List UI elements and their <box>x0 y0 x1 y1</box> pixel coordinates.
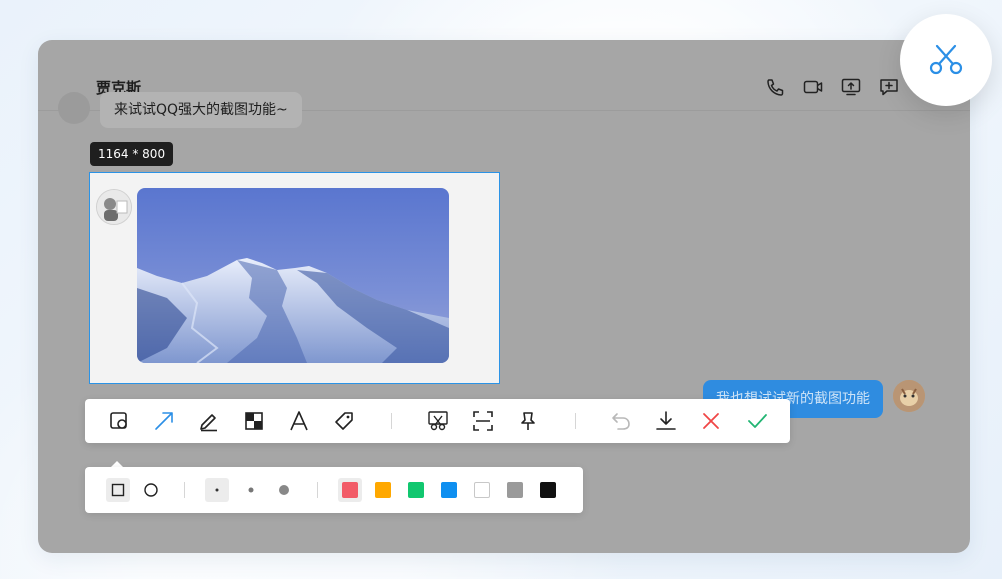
pin-icon[interactable] <box>516 409 540 433</box>
stroke-size-large[interactable] <box>272 478 296 502</box>
color-swatch[interactable] <box>536 478 560 502</box>
confirm-icon[interactable] <box>745 409 769 433</box>
toolbar-divider <box>575 413 576 429</box>
mosaic-tool-icon[interactable] <box>242 409 266 433</box>
undo-icon[interactable] <box>609 409 633 433</box>
subbar-divider <box>184 482 185 498</box>
shape-options-bar <box>85 467 583 513</box>
arrow-tool-icon[interactable] <box>152 409 176 433</box>
color-swatch-fill <box>375 482 391 498</box>
color-swatch-fill <box>342 482 358 498</box>
phone-icon[interactable] <box>765 78 785 96</box>
color-swatch-fill <box>441 482 457 498</box>
incoming-message: 来试试QQ强大的截图功能~ <box>100 92 302 128</box>
mountain-photo[interactable] <box>137 188 449 363</box>
scissors-icon <box>929 44 963 75</box>
color-swatch[interactable] <box>470 478 494 502</box>
color-swatch[interactable] <box>371 478 395 502</box>
user-avatar[interactable] <box>893 380 925 412</box>
cancel-icon[interactable] <box>699 409 723 433</box>
tag-tool-icon[interactable] <box>332 409 356 433</box>
color-swatch-fill <box>540 482 556 498</box>
subbar-divider <box>317 482 318 498</box>
screen-share-icon[interactable] <box>841 78 861 96</box>
color-swatch[interactable] <box>437 478 461 502</box>
scan-icon[interactable] <box>471 409 495 433</box>
header-actions <box>765 78 899 96</box>
color-swatch[interactable] <box>503 478 527 502</box>
add-chat-icon[interactable] <box>879 78 899 96</box>
screenshot-selection[interactable] <box>89 172 500 384</box>
contact-avatar[interactable] <box>58 92 90 124</box>
contact-avatar[interactable] <box>96 189 132 225</box>
download-icon[interactable] <box>654 409 678 433</box>
selection-size-label: 1164 * 800 <box>90 142 174 166</box>
text-tool-icon[interactable] <box>287 409 311 433</box>
toolbar-divider <box>391 413 392 429</box>
pen-tool-icon[interactable] <box>197 409 221 433</box>
rectangle-shape-option[interactable] <box>106 478 130 502</box>
color-swatch-fill <box>507 482 523 498</box>
screenshot-toolbar <box>85 399 790 443</box>
color-swatch-fill <box>474 482 490 498</box>
screenshot-fab[interactable] <box>900 14 992 106</box>
stroke-size-small[interactable] <box>205 478 229 502</box>
color-swatch[interactable] <box>338 478 362 502</box>
shape-tool-icon[interactable] <box>107 409 131 433</box>
scissors-icon[interactable] <box>426 409 450 433</box>
color-swatch[interactable] <box>404 478 428 502</box>
color-swatch-fill <box>408 482 424 498</box>
stroke-size-medium[interactable] <box>239 478 263 502</box>
video-call-icon[interactable] <box>803 78 823 96</box>
circle-shape-option[interactable] <box>139 478 163 502</box>
